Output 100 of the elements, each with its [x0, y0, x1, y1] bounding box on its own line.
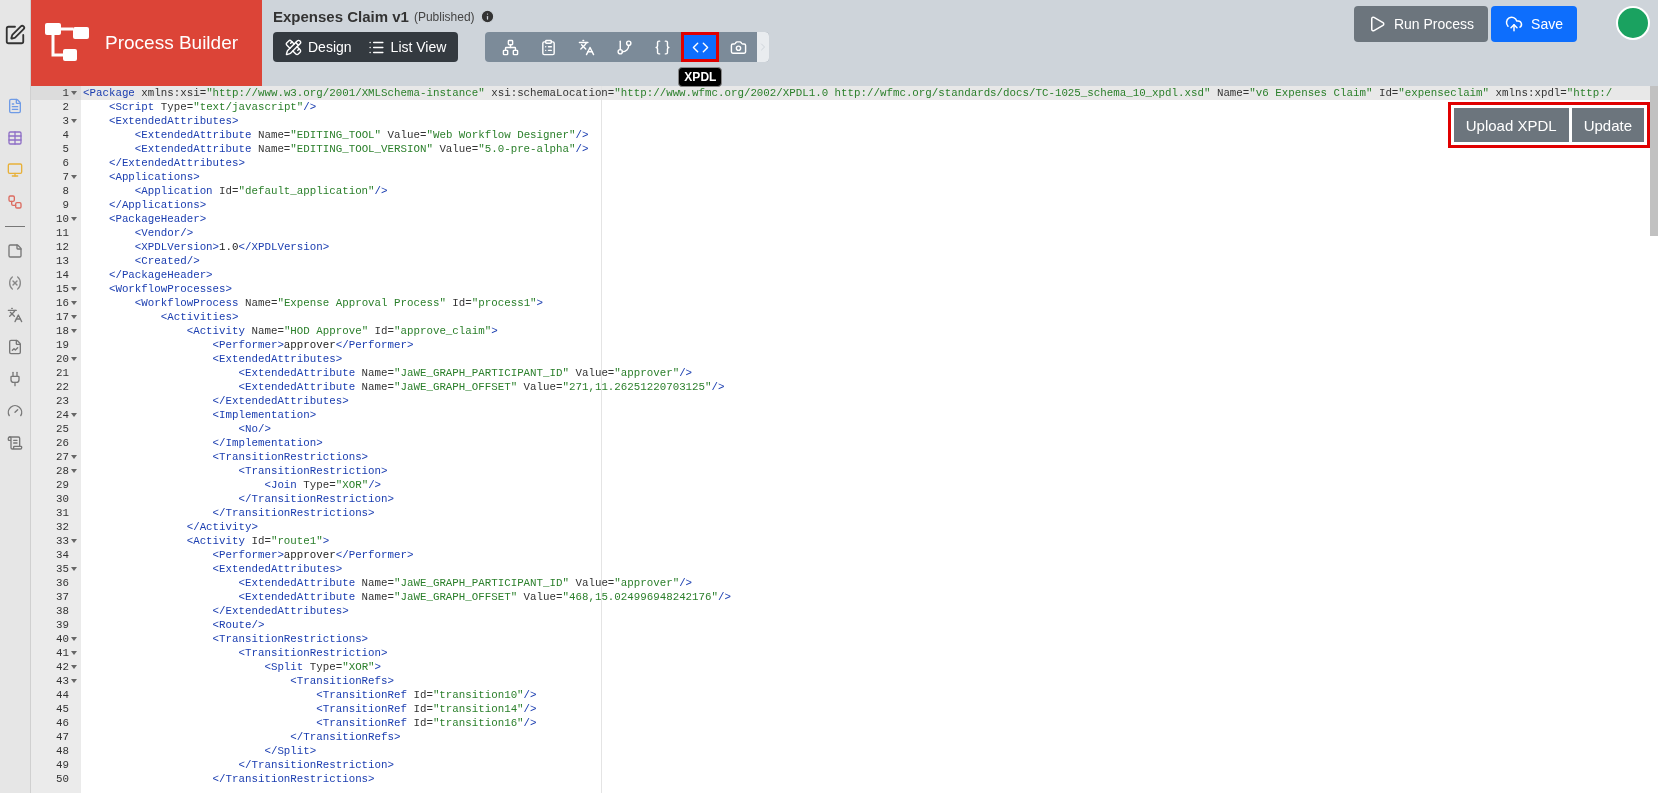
line-number: 43: [56, 674, 69, 688]
code-line: <TransitionRef Id="transition14"/>: [315, 703, 537, 715]
line-number: 49: [56, 758, 69, 772]
gauge-icon[interactable]: [7, 403, 23, 419]
code-line: <Activity Name="HOD Approve" Id="approve_claim">: [185, 325, 498, 337]
fold-arrow-icon[interactable]: [70, 651, 77, 655]
line-number: 12: [56, 240, 69, 254]
line-number: 36: [56, 576, 69, 590]
fold-arrow-icon[interactable]: [70, 455, 77, 459]
line-number: 17: [56, 310, 69, 324]
code-line: </Activity>: [185, 521, 258, 533]
line-number: 6: [62, 156, 69, 170]
line-number: 32: [56, 520, 69, 534]
line-number: 35: [56, 562, 69, 576]
scroll-icon[interactable]: [7, 435, 23, 451]
fold-arrow-icon[interactable]: [70, 287, 77, 291]
upload-button[interactable]: Upload XPDL: [1453, 108, 1569, 142]
line-number: 3: [62, 114, 69, 128]
avatar[interactable]: [1616, 6, 1650, 40]
code-line: <TransitionRef Id="transition16"/>: [315, 717, 537, 729]
line-number: 19: [56, 338, 69, 352]
fold-arrow-icon[interactable]: [70, 567, 77, 571]
line-number: 1: [62, 86, 69, 100]
plug-icon[interactable]: [7, 371, 23, 387]
run-process-button[interactable]: Run Process: [1353, 6, 1489, 42]
table-icon[interactable]: [7, 130, 23, 146]
translate-icon: [577, 38, 595, 56]
line-number: 45: [56, 702, 69, 716]
code-line: <ExtendedAttribute Name="EDITING_TOOL_VERSION" Value="5.0-pre-alpha"/>: [133, 143, 589, 155]
view-tab[interactable]: List View: [359, 32, 455, 62]
line-number: 4: [62, 128, 69, 142]
line-number: 2: [62, 100, 69, 114]
code-line: </Applications>: [107, 199, 207, 211]
fold-arrow-icon[interactable]: [70, 539, 77, 543]
code-line: <TransitionRef Id="transition10"/>: [315, 689, 537, 701]
fold-arrow-icon[interactable]: [70, 637, 77, 641]
line-number: 20: [56, 352, 69, 366]
code-line: </Split>: [263, 745, 317, 757]
fold-arrow-icon[interactable]: [70, 91, 77, 95]
line-number: 25: [56, 422, 69, 436]
line-number: 23: [56, 394, 69, 408]
line-number: 10: [56, 212, 69, 226]
code-line: </ExtendedAttributes>: [107, 157, 245, 169]
line-number: 21: [56, 366, 69, 380]
status-label: (Published): [413, 9, 475, 24]
code-line: </ExtendedAttributes>: [211, 395, 349, 407]
fold-arrow-icon[interactable]: [70, 665, 77, 669]
line-number: 42: [56, 660, 69, 674]
fold-arrow-icon[interactable]: [70, 469, 77, 473]
fold-arrow-icon[interactable]: [70, 217, 77, 221]
cloud-upload-icon: [1505, 15, 1524, 33]
line-number: 29: [56, 478, 69, 492]
save-button[interactable]: Save: [1491, 6, 1577, 42]
variable-icon[interactable]: [7, 275, 23, 291]
code-line: <Vendor/>: [133, 227, 194, 239]
line-number: 30: [56, 492, 69, 506]
note-icon[interactable]: [7, 243, 23, 259]
code-line: <Package xmlns:xsi="http://www.w3.org/2001/XMLSchema-instance" xsi:schemaLocation="http://www.wfmc.org/2002/XPDL1.0 http://wfmc.org/standards/docs/TC-1025_schema_10_xpdl.xsd" Name="v6 Expenses Claim" Id="expenseclaim" xmlns:xpdl="http:/: [82, 87, 1613, 99]
info-icon[interactable]: [479, 9, 495, 24]
code-line: <Activities>: [159, 311, 239, 323]
edit-icon[interactable]: [4, 24, 26, 46]
fold-arrow-icon[interactable]: [70, 301, 77, 305]
fold-arrow-icon[interactable]: [70, 679, 77, 683]
update-button[interactable]: Update: [1571, 108, 1644, 142]
line-number: 39: [56, 618, 69, 632]
line-number: 34: [56, 548, 69, 562]
code-line: <ExtendedAttributes>: [107, 115, 239, 127]
scrollbar[interactable]: [1650, 86, 1658, 236]
form-icon: [539, 38, 557, 56]
code-line: <ExtendedAttribute Name="JaWE_GRAPH_PARTICIPANT_ID" Value="approver"/>: [237, 577, 693, 589]
fold-arrow-icon[interactable]: [70, 329, 77, 333]
translate-icon[interactable]: [7, 307, 23, 323]
process-title: Expenses Claim v1: [273, 8, 409, 25]
code-line: <ExtendedAttribute Name="JaWE_GRAPH_OFFSET" Value="271,11.26251220703125"/>: [237, 381, 725, 393]
fold-arrow-icon[interactable]: [70, 357, 77, 361]
fold-arrow-icon[interactable]: [70, 119, 77, 123]
line-number: 7: [62, 170, 69, 184]
code-line: <WorkflowProcesses>: [107, 283, 233, 295]
code-line: <Activity Id="route1">: [185, 535, 330, 547]
view-tab[interactable]: Design: [277, 32, 360, 62]
app-name: Process Builder: [105, 32, 239, 54]
line-number: 22: [56, 380, 69, 394]
line-number: 37: [56, 590, 69, 604]
report-icon[interactable]: [7, 339, 23, 355]
code-line: <Application Id="default_application"/>: [133, 185, 388, 197]
line-number: 24: [56, 408, 69, 422]
tooltip: XPDL: [678, 67, 723, 87]
fold-arrow-icon[interactable]: [70, 175, 77, 179]
code-line: <TransitionRestrictions>: [211, 451, 369, 463]
code-line: <PackageHeader>: [107, 213, 207, 225]
branch-icon: [615, 38, 633, 56]
camera-icon: [729, 38, 747, 56]
code-line: <ExtendedAttributes>: [211, 563, 343, 575]
line-number: 5: [62, 142, 69, 156]
code-line: <No/>: [237, 423, 271, 435]
fold-arrow-icon[interactable]: [70, 413, 77, 417]
braces-icon: [653, 38, 671, 56]
flow-icon[interactable]: [7, 194, 23, 210]
fold-arrow-icon[interactable]: [70, 315, 77, 319]
line-number: 50: [56, 772, 69, 786]
